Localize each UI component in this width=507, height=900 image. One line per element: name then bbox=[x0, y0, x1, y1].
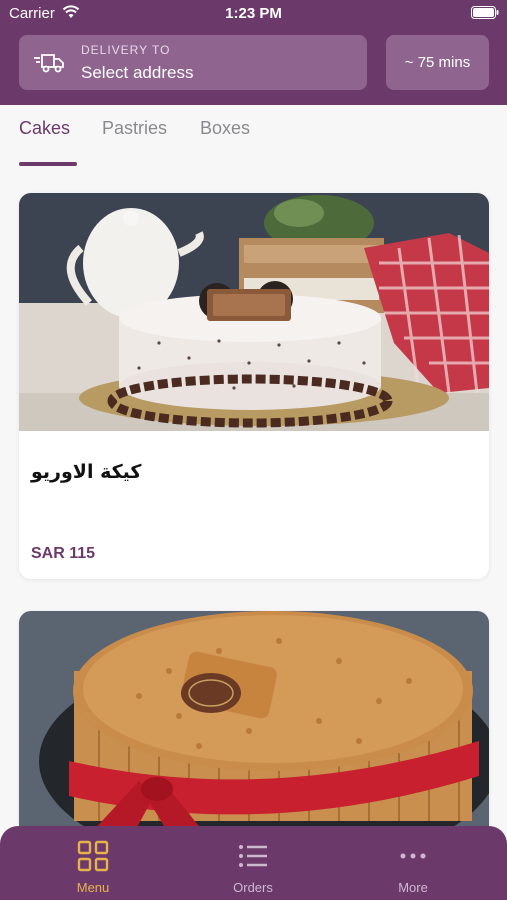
battery-icon bbox=[471, 6, 499, 19]
tab-menu-label: Menu bbox=[76, 880, 110, 895]
tab-pastries[interactable]: Pastries bbox=[102, 118, 167, 139]
address-value: Select address bbox=[81, 63, 194, 82]
tab-orders-label: Orders bbox=[233, 880, 273, 895]
grid-icon bbox=[77, 840, 109, 872]
tab-orders[interactable]: Orders bbox=[193, 826, 313, 900]
delivery-to-label: DELIVERY TO bbox=[81, 43, 171, 57]
product-card[interactable] bbox=[19, 611, 489, 851]
delivery-address-button[interactable]: DELIVERY TO Select address bbox=[19, 35, 367, 90]
product-price: SAR 115 bbox=[31, 545, 96, 562]
category-tabs: Cakes Pastries Boxes bbox=[0, 105, 507, 166]
delivery-truck-icon bbox=[34, 54, 64, 73]
delivery-time-badge[interactable]: ~ 75 mins bbox=[386, 35, 489, 90]
tab-menu[interactable]: Menu bbox=[33, 826, 153, 900]
product-image bbox=[19, 611, 489, 851]
status-bar: Carrier 1:23 PM bbox=[0, 0, 507, 28]
tab-more-label: More bbox=[398, 880, 428, 895]
more-icon bbox=[400, 853, 426, 859]
product-card[interactable]: كيكة الاوريو SAR 115 bbox=[19, 193, 489, 579]
tab-more[interactable]: More bbox=[353, 826, 473, 900]
product-image bbox=[19, 193, 489, 431]
clock: 1:23 PM bbox=[225, 5, 282, 22]
list-icon bbox=[239, 845, 267, 867]
tab-boxes[interactable]: Boxes bbox=[200, 118, 250, 139]
bottom-tab-bar: Menu Orders More bbox=[0, 826, 507, 900]
header: Carrier 1:23 PM DELIVERY TO Select addre… bbox=[0, 0, 507, 105]
product-title: كيكة الاوريو bbox=[31, 461, 142, 483]
active-tab-indicator bbox=[19, 162, 77, 166]
tab-cakes[interactable]: Cakes bbox=[19, 118, 70, 139]
